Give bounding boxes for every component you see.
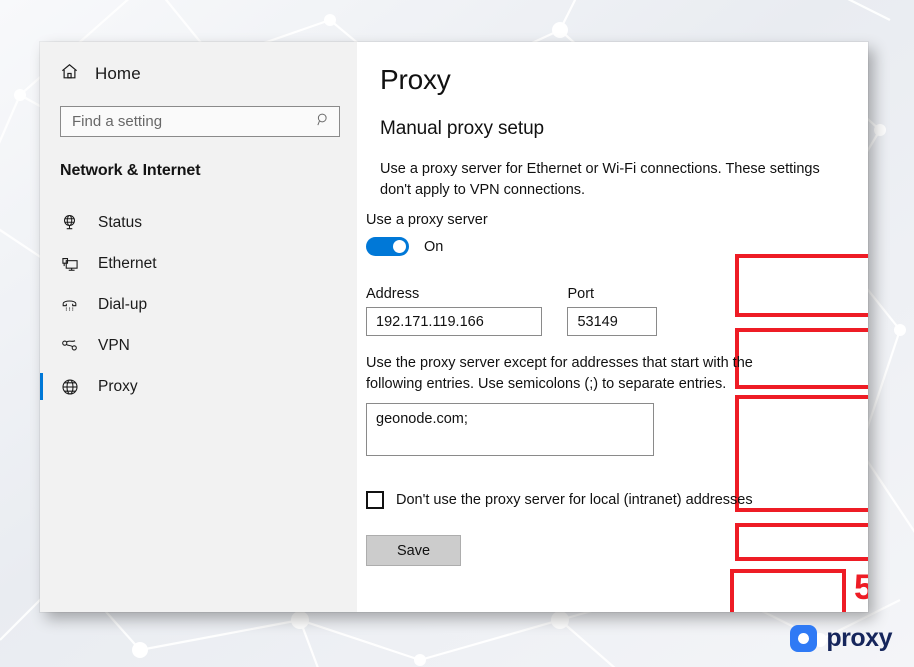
toggle-knob bbox=[393, 240, 406, 253]
annotation-box-1 bbox=[735, 254, 868, 317]
toggle-state-label: On bbox=[424, 239, 443, 255]
exceptions-description: Use the proxy server except for addresse… bbox=[366, 353, 774, 395]
local-bypass-group[interactable]: Don't use the proxy server for local (in… bbox=[366, 491, 753, 509]
main-panel: Proxy Manual proxy setup Use a proxy ser… bbox=[357, 42, 868, 612]
settings-window: Home Network & Internet bbox=[40, 42, 868, 612]
sidebar: Home Network & Internet bbox=[40, 42, 357, 612]
local-bypass-checkbox[interactable] bbox=[366, 491, 384, 509]
sidebar-item-dialup[interactable]: Dial-up bbox=[40, 284, 357, 325]
brand-logo: proxy bbox=[790, 624, 892, 653]
annotation-box-4 bbox=[735, 523, 868, 561]
address-port-group: Address Port bbox=[366, 286, 657, 336]
sidebar-item-label: VPN bbox=[98, 337, 130, 355]
sidebar-home-label: Home bbox=[95, 64, 141, 84]
section-description: Use a proxy server for Ethernet or Wi-Fi… bbox=[380, 159, 832, 201]
ethernet-monitor-icon bbox=[60, 254, 80, 274]
globe-status-icon bbox=[60, 213, 80, 233]
search-box[interactable] bbox=[60, 106, 340, 137]
sidebar-item-ethernet[interactable]: Ethernet bbox=[40, 243, 357, 284]
sidebar-category-title: Network & Internet bbox=[60, 162, 357, 180]
annotation-number-5: 5 bbox=[854, 570, 868, 605]
search-input[interactable] bbox=[72, 113, 316, 130]
brand-name: proxy bbox=[826, 624, 892, 653]
sidebar-item-vpn[interactable]: VPN bbox=[40, 325, 357, 366]
sidebar-item-label: Ethernet bbox=[98, 255, 157, 273]
sidebar-item-status[interactable]: Status bbox=[40, 202, 357, 243]
sidebar-item-label: Status bbox=[98, 214, 142, 232]
use-proxy-server-group: Use a proxy server On bbox=[366, 212, 514, 256]
sidebar-item-label: Proxy bbox=[98, 378, 138, 396]
exceptions-group: Use the proxy server except for addresse… bbox=[366, 353, 780, 461]
use-proxy-toggle[interactable] bbox=[366, 237, 409, 256]
vpn-icon bbox=[60, 336, 80, 356]
local-bypass-label: Don't use the proxy server for local (in… bbox=[396, 492, 753, 508]
port-input[interactable] bbox=[567, 307, 657, 336]
port-group: Port bbox=[567, 286, 657, 336]
sidebar-item-label: Dial-up bbox=[98, 296, 147, 314]
sidebar-nav-list: Status Ethernet bbox=[40, 202, 357, 407]
search-icon[interactable] bbox=[316, 112, 331, 132]
globe-icon bbox=[60, 377, 80, 397]
sidebar-item-proxy[interactable]: Proxy bbox=[40, 366, 357, 407]
logo-dot bbox=[798, 633, 809, 644]
sidebar-item-home[interactable]: Home bbox=[40, 56, 357, 92]
address-group: Address bbox=[366, 286, 542, 336]
page-title: Proxy bbox=[380, 64, 868, 96]
address-label: Address bbox=[366, 286, 542, 302]
annotation-box-5 bbox=[730, 569, 846, 612]
save-group: Save bbox=[366, 535, 461, 566]
exceptions-input[interactable] bbox=[366, 403, 654, 456]
home-icon bbox=[60, 62, 79, 86]
address-input[interactable] bbox=[366, 307, 542, 336]
dialup-phone-icon bbox=[60, 295, 80, 315]
use-proxy-server-label: Use a proxy server bbox=[366, 212, 514, 228]
proxy-logo-icon bbox=[790, 625, 817, 652]
save-button[interactable]: Save bbox=[366, 535, 461, 566]
section-subheading: Manual proxy setup bbox=[380, 118, 868, 140]
port-label: Port bbox=[567, 286, 657, 302]
use-proxy-toggle-row: On bbox=[366, 237, 514, 256]
